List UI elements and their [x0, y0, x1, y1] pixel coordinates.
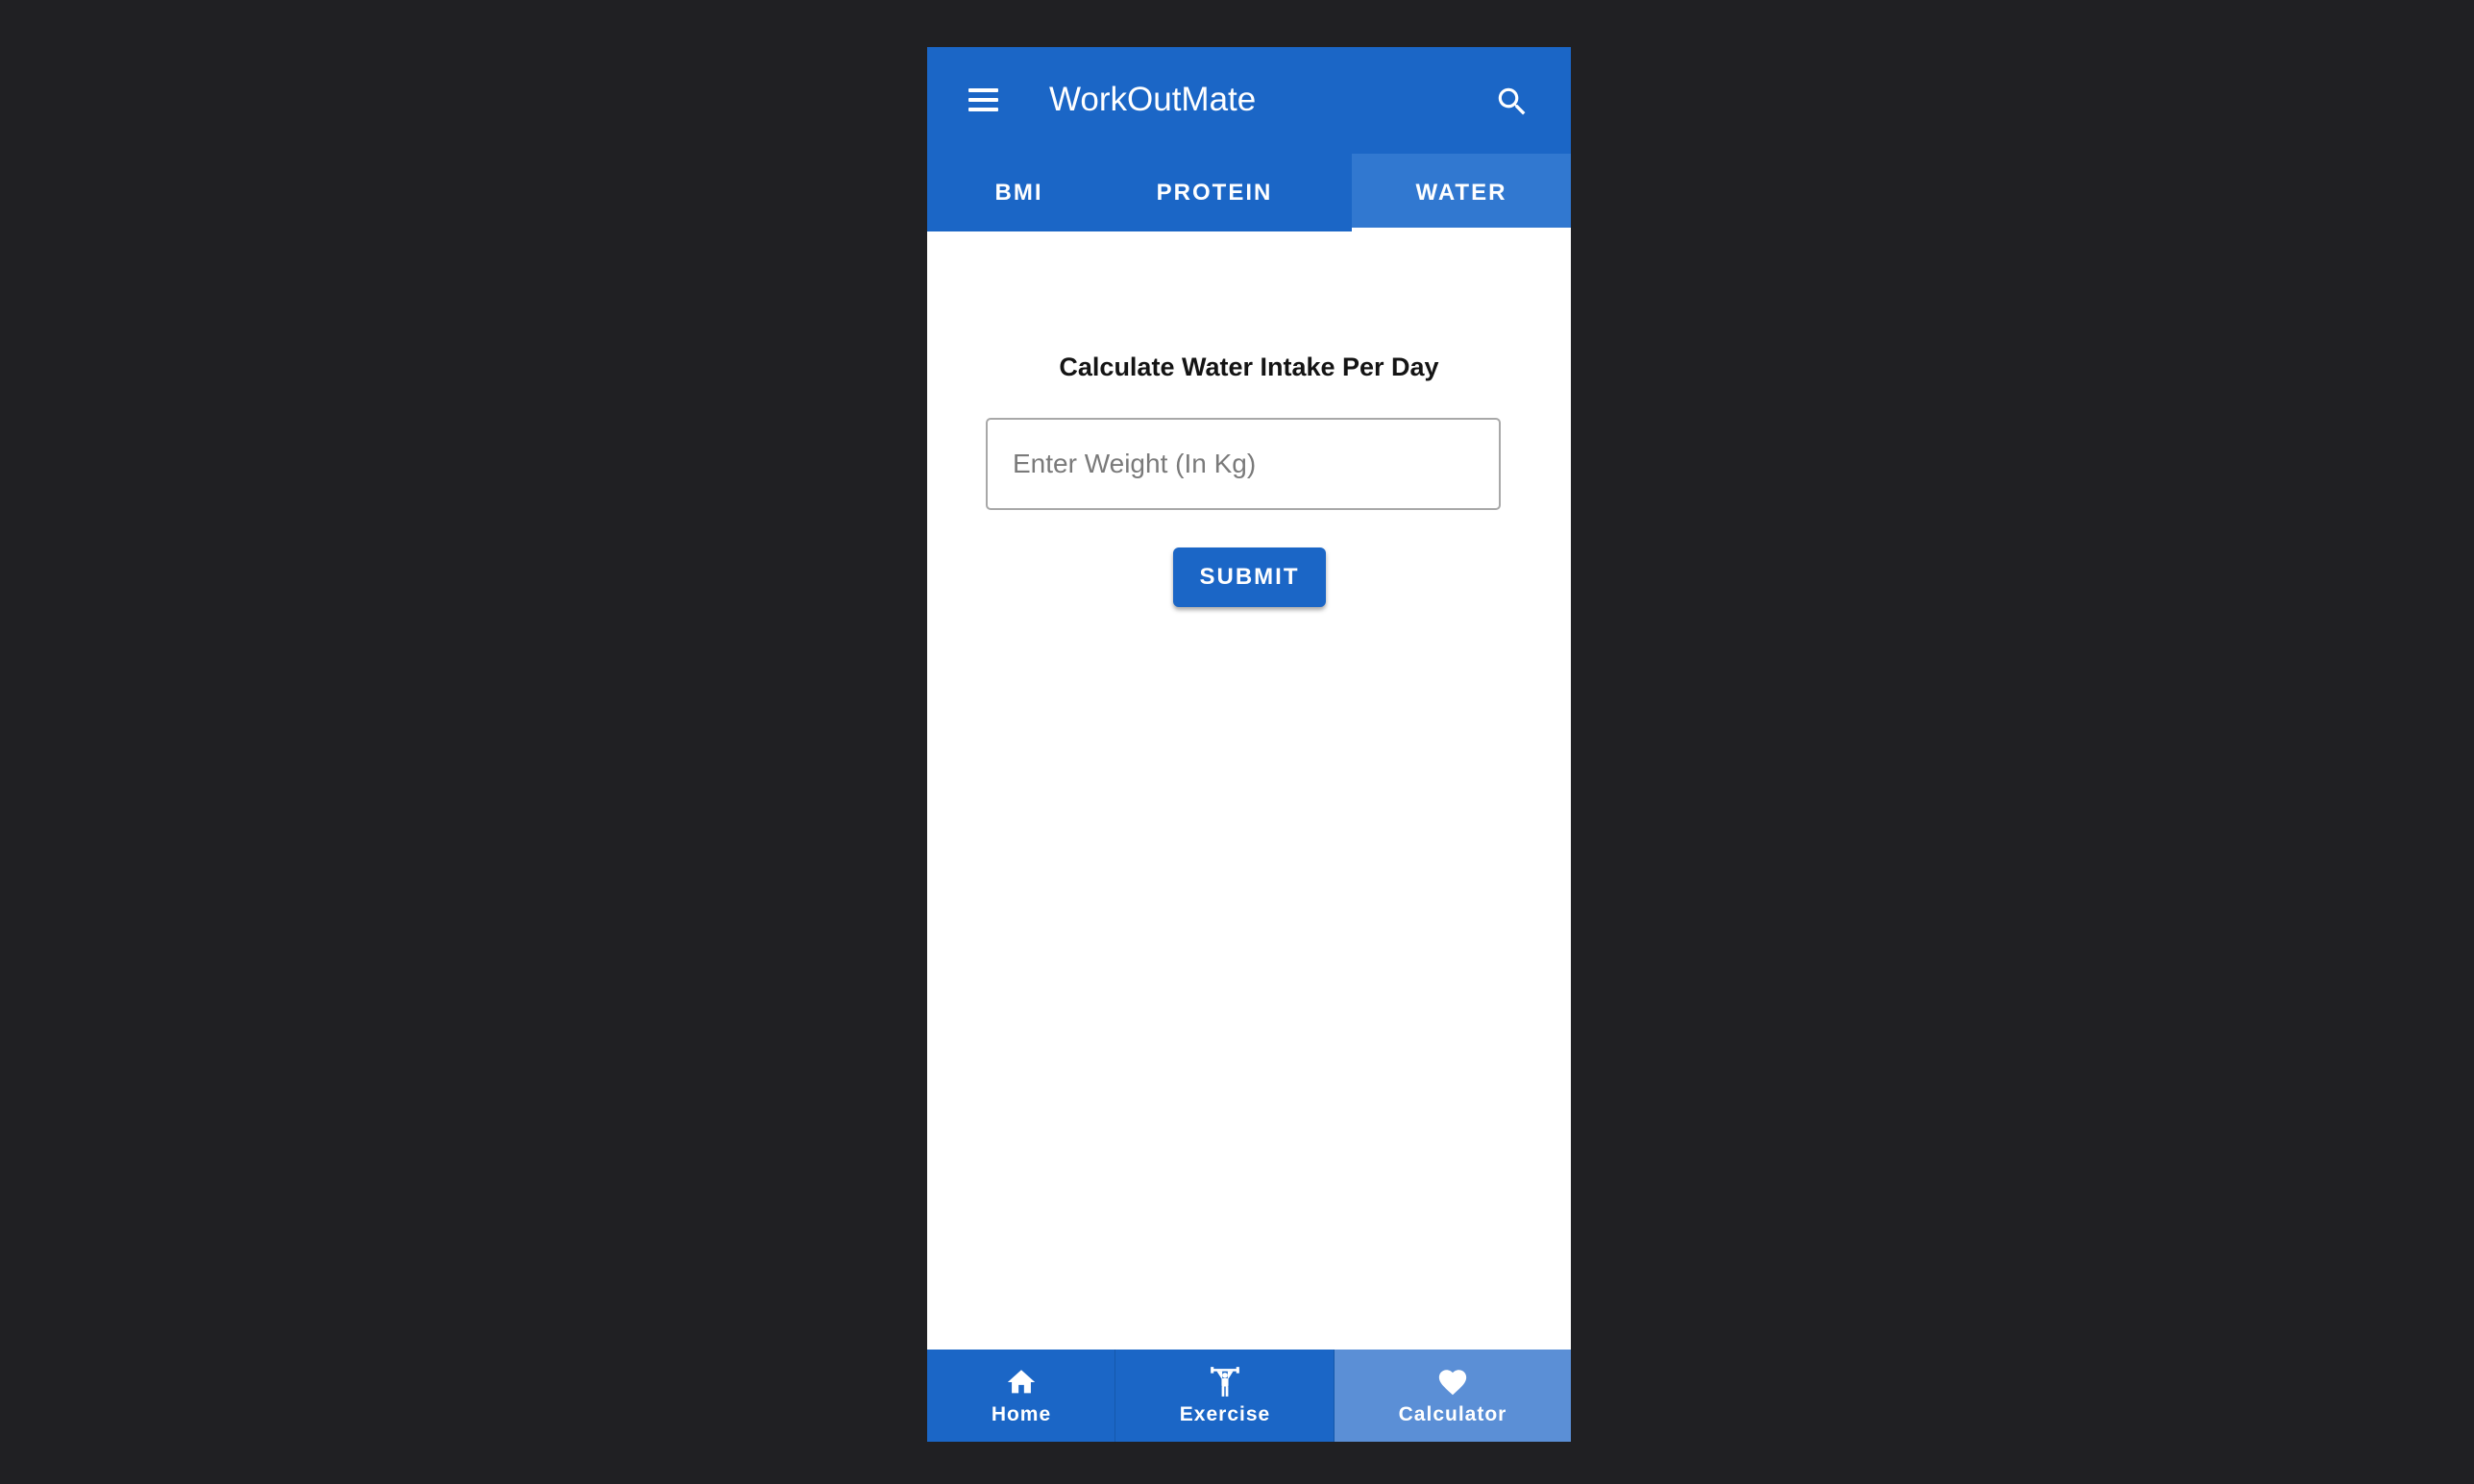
app-title: WorkOutMate — [1049, 81, 1257, 118]
nav-exercise[interactable]: Exercise — [1115, 1350, 1335, 1442]
search-icon[interactable] — [1494, 84, 1531, 120]
app-screen: WorkOutMate BMI PROTEIN WATER Calculate … — [927, 47, 1571, 1442]
heart-icon — [1436, 1366, 1469, 1399]
weightlifter-icon — [1209, 1366, 1241, 1399]
tab-bmi[interactable]: BMI — [927, 154, 1111, 231]
tab-label: WATER — [1415, 180, 1507, 206]
nav-label: Home — [991, 1403, 1052, 1425]
nav-label: Calculator — [1398, 1403, 1507, 1425]
weight-input[interactable] — [986, 418, 1501, 510]
water-calculator-panel: Calculate Water Intake Per Day SUBMIT — [927, 231, 1571, 1397]
app-bar: WorkOutMate — [927, 47, 1571, 154]
page-title: Calculate Water Intake Per Day — [1059, 353, 1439, 381]
tab-label: PROTEIN — [1156, 180, 1273, 206]
nav-calculator[interactable]: Calculator — [1335, 1350, 1571, 1442]
tab-label: BMI — [994, 180, 1043, 206]
tab-water[interactable]: WATER — [1352, 154, 1571, 231]
nav-label: Exercise — [1179, 1403, 1271, 1425]
tab-protein[interactable]: PROTEIN — [1111, 154, 1318, 231]
bottom-navigation: Home Exercise Calculator — [927, 1350, 1571, 1442]
nav-home[interactable]: Home — [927, 1350, 1115, 1442]
menu-icon[interactable] — [966, 85, 1000, 114]
home-icon — [1005, 1366, 1038, 1399]
submit-button[interactable]: SUBMIT — [1173, 547, 1326, 607]
